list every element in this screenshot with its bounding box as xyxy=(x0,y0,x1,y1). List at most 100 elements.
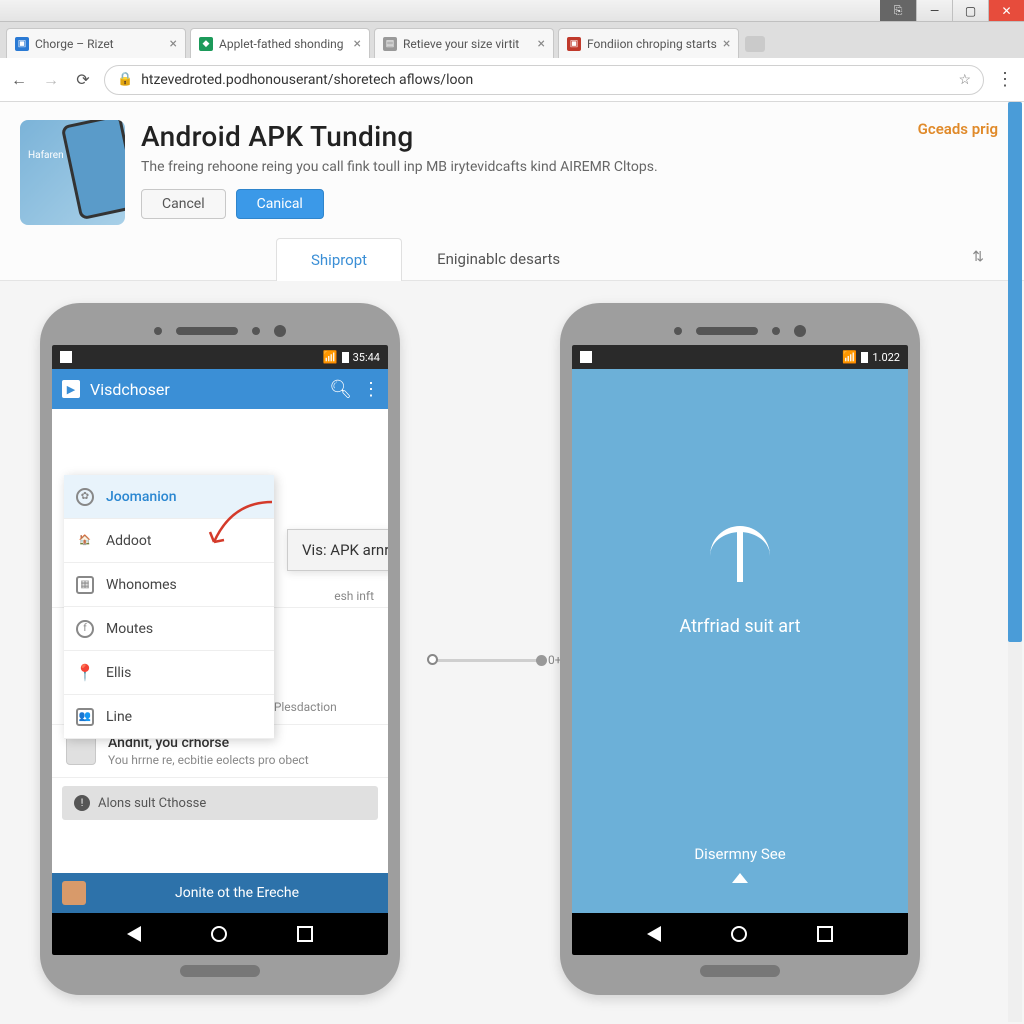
maximize-button[interactable]: ▢ xyxy=(952,0,988,21)
feed-sub: You hrrne re, ecbitie eolects pro obect xyxy=(108,753,309,767)
scrollbar-thumb[interactable] xyxy=(1008,102,1022,642)
camera-dot-icon xyxy=(274,325,286,337)
header-link[interactable]: Gceads prig xyxy=(918,120,998,138)
drawer-item-moutes[interactable]: f Moutes xyxy=(64,607,274,651)
nav-recent-icon[interactable] xyxy=(817,926,833,942)
drawer-label: Whonomes xyxy=(106,577,177,593)
nav-home-icon[interactable] xyxy=(211,926,227,942)
sensor-dot-icon xyxy=(154,327,162,335)
phone-mock-left: 📶 35:44 ▶ Visdchoser 🔍︎ ⋮ ✿ xyxy=(40,303,400,995)
minimize-button[interactable]: — xyxy=(916,0,952,21)
phone-screen-left: 📶 35:44 ▶ Visdchoser 🔍︎ ⋮ ✿ xyxy=(52,345,388,955)
app-bar: ▶ Visdchoser 🔍︎ ⋮ xyxy=(52,369,388,409)
tab-util-icon[interactable]: ⇅ xyxy=(952,237,1004,280)
tab-title: Applet-fathed shonding xyxy=(219,37,348,51)
browser-tab[interactable]: ▣ Fondiion chroping starts × xyxy=(558,28,739,58)
browser-tabstrip: ▣ Chorge – Rizet × ◆ Applet-fathed shond… xyxy=(0,22,1024,58)
page-title: Android APK Tunding xyxy=(141,120,1004,153)
notif-icon xyxy=(580,351,592,363)
sensor-dot-icon xyxy=(252,327,260,335)
feed-footer[interactable]: Jonite ot the Ereche xyxy=(52,873,388,913)
drawer-label: Addoot xyxy=(106,533,151,549)
footer-text: Jonite ot the Ereche xyxy=(96,885,378,901)
status-right: 📶 35:44 xyxy=(323,350,380,364)
drawer-item-line[interactable]: 👥 Line xyxy=(64,695,274,739)
browser-menu-button[interactable]: ⋮ xyxy=(994,69,1016,90)
drawer-label: Moutes xyxy=(106,621,153,637)
bookmark-star-icon[interactable]: ☆ xyxy=(958,72,971,88)
people-icon: 👥 xyxy=(76,708,94,726)
drawer-item-ellis[interactable]: 📍 Ellis xyxy=(64,651,274,695)
grid-icon: ▦ xyxy=(76,576,94,594)
banner-text: Alons sult Cthosse xyxy=(98,796,206,811)
tab-title: Retieve your size virtit xyxy=(403,37,532,51)
splash-action[interactable]: Disermny See xyxy=(694,845,785,863)
drawer-menu: ✿ Joomanion 🏠 Addoot ▦ Whonomes f xyxy=(64,475,274,739)
back-button[interactable]: ← xyxy=(8,69,30,91)
battery-icon xyxy=(342,352,349,363)
tab-close-icon[interactable]: × xyxy=(723,36,730,52)
tooltip: Vis: APK arnrite appl s:horing imi binea… xyxy=(287,529,388,571)
canical-button[interactable]: Canical xyxy=(236,189,324,219)
status-left xyxy=(580,351,842,363)
url-text: htzevedroted.podhonouserant/shoretech af… xyxy=(141,72,950,88)
slider-stop-icon xyxy=(536,655,547,666)
action-buttons: Cancel Canical xyxy=(141,189,1004,219)
battery-icon xyxy=(861,352,868,363)
status-time: 1.022 xyxy=(872,351,900,364)
drawer-item-whonomes[interactable]: ▦ Whonomes xyxy=(64,563,274,607)
browser-tab[interactable]: ▤ Retieve your size virtit × xyxy=(374,28,554,58)
phone-navbar xyxy=(52,913,388,955)
nav-back-icon[interactable] xyxy=(647,926,661,942)
splash-screen: Atrfriad suit art Disermny See xyxy=(572,369,908,913)
phone-navbar xyxy=(572,913,908,955)
speaker-icon xyxy=(176,327,238,335)
browser-tab-active[interactable]: ◆ Applet-fathed shonding × xyxy=(190,28,370,58)
cancel-button[interactable]: Cancel xyxy=(141,189,226,219)
drawer-item-joomanion[interactable]: ✿ Joomanion xyxy=(64,475,274,519)
drawer-item-addoot[interactable]: 🏠 Addoot xyxy=(64,519,274,563)
search-icon[interactable]: 🔍︎ xyxy=(329,379,352,400)
zoom-slider[interactable]: 0+ xyxy=(432,653,562,667)
forward-button[interactable]: → xyxy=(40,69,62,91)
info-icon: ! xyxy=(74,795,90,811)
tab-shipropt[interactable]: Shipropt xyxy=(276,238,402,281)
share-icon[interactable]: ⎘ xyxy=(880,0,916,21)
tab-title: Fondiion chroping starts xyxy=(587,37,717,51)
tab-close-icon[interactable]: × xyxy=(170,36,177,52)
tab-close-icon[interactable]: × xyxy=(538,36,545,52)
new-tab-button[interactable] xyxy=(745,36,765,52)
nav-back-icon[interactable] xyxy=(127,926,141,942)
status-time: 35:44 xyxy=(353,351,380,364)
nav-recent-icon[interactable] xyxy=(297,926,313,942)
camera-dot-icon xyxy=(794,325,806,337)
circle-icon: f xyxy=(76,620,94,638)
status-bar: 📶 35:44 xyxy=(52,345,388,369)
browser-tab[interactable]: ▣ Chorge – Rizet × xyxy=(6,28,186,58)
vertical-scrollbar[interactable] xyxy=(1008,102,1022,1022)
feed-banner[interactable]: ! Alons sult Cthosse xyxy=(62,786,378,820)
close-button[interactable]: ✕ xyxy=(988,0,1024,21)
tab-title: Chorge – Rizet xyxy=(35,37,164,51)
nav-home-icon[interactable] xyxy=(731,926,747,942)
phone-home-button xyxy=(700,965,780,977)
favicon-icon: ▣ xyxy=(567,37,581,51)
page-content: Hafaren Viite Android APK Tunding The fr… xyxy=(0,102,1024,1024)
tab-eniginablc[interactable]: Eniginablc desarts xyxy=(402,237,595,280)
page-header: Hafaren Viite Android APK Tunding The fr… xyxy=(0,102,1024,281)
favicon-icon: ▣ xyxy=(15,37,29,51)
favicon-icon: ◆ xyxy=(199,37,213,51)
browser-toolbar: ← → ⟳ 🔒 htzevedroted.podhonouserant/shor… xyxy=(0,58,1024,102)
slider-handle-icon[interactable] xyxy=(427,654,438,665)
reload-button[interactable]: ⟳ xyxy=(72,69,94,91)
address-bar[interactable]: 🔒 htzevedroted.podhonouserant/shoretech … xyxy=(104,65,984,95)
pin-icon: 📍 xyxy=(76,664,94,682)
tab-close-icon[interactable]: × xyxy=(354,36,361,52)
slider-track[interactable] xyxy=(432,659,542,662)
chevron-up-icon[interactable] xyxy=(732,873,748,883)
lock-icon: 🔒 xyxy=(117,72,133,87)
overflow-icon[interactable]: ⋮ xyxy=(362,379,378,400)
app-logo-icon[interactable]: ▶ xyxy=(62,380,80,398)
titlebar-spacer xyxy=(0,0,880,21)
status-bar: 📶 1.022 xyxy=(572,345,908,369)
